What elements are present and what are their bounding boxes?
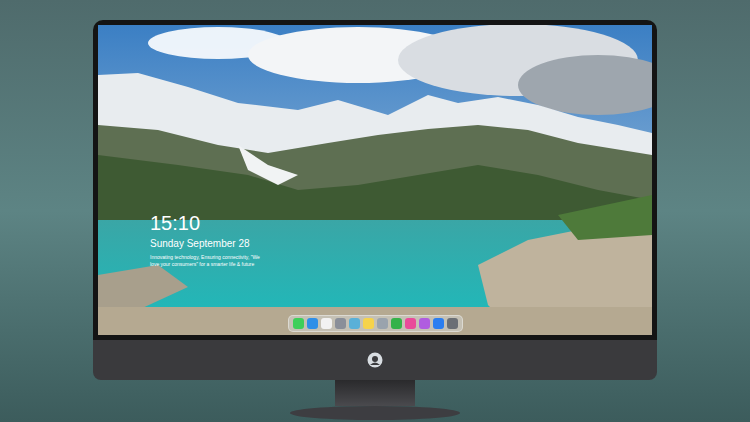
page: 15:10 Sunday September 28 Innovating techn… (0, 0, 750, 422)
dock-app-icon[interactable] (349, 318, 360, 329)
dock-app-icon[interactable] (307, 318, 318, 329)
message-line: love your consumers" for a smarter life … (150, 261, 652, 268)
dock-app-icon[interactable] (447, 318, 458, 329)
dock-app-icon[interactable] (363, 318, 374, 329)
monitor-stand-neck (335, 380, 415, 406)
brand-logo-icon (367, 352, 383, 368)
dock-app-icon[interactable] (377, 318, 388, 329)
dock-app-icon[interactable] (433, 318, 444, 329)
monitor-bezel: 15:10 Sunday September 28 Innovating techn… (93, 20, 657, 340)
lock-info: 15:10 Sunday September 28 Innovating techn… (98, 25, 652, 268)
monitor-chin (93, 340, 657, 380)
dock-app-icon[interactable] (293, 318, 304, 329)
wallpaper-image (98, 25, 652, 335)
message-line: Innovating technology, Ensuring connecti… (150, 254, 652, 261)
screen: 15:10 Sunday September 28 Innovating techn… (98, 25, 652, 335)
monitor: 15:10 Sunday September 28 Innovating techn… (93, 20, 657, 420)
dock-app-icon[interactable] (335, 318, 346, 329)
clock: 15:10 (150, 211, 652, 235)
dock-app-icon[interactable] (419, 318, 430, 329)
message: Innovating technology, Ensuring connecti… (150, 254, 652, 268)
date: Sunday September 28 (150, 237, 652, 250)
dock-app-icon[interactable] (405, 318, 416, 329)
dock-app-icon[interactable] (391, 318, 402, 329)
dock (288, 315, 463, 332)
dock-app-icon[interactable] (321, 318, 332, 329)
monitor-stand-base (290, 406, 460, 420)
